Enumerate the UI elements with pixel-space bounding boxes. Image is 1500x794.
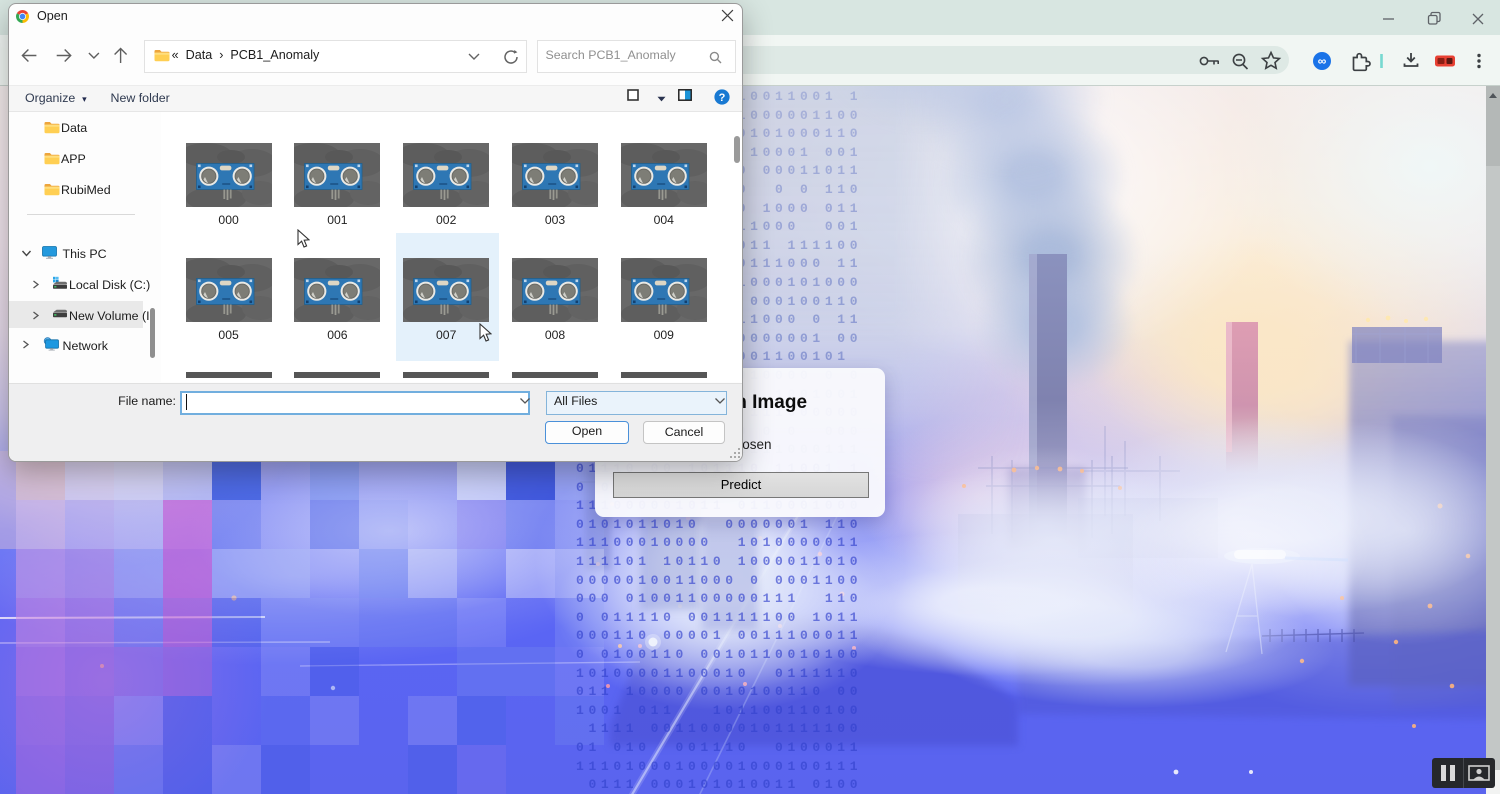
svg-text:?: ? xyxy=(719,91,726,103)
svg-text:∞: ∞ xyxy=(1318,54,1327,68)
